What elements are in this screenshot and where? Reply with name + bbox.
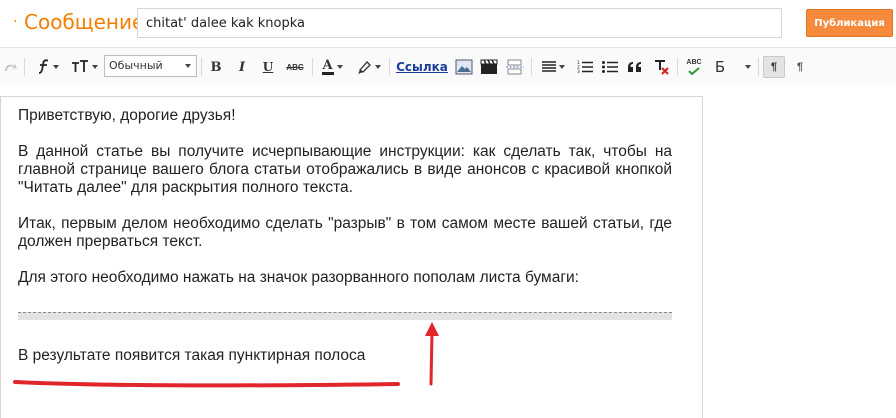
annotation-arrow-shaft — [429, 330, 434, 386]
annotation-overlay — [13, 322, 439, 388]
annotation-arrow-head — [425, 322, 439, 336]
annotation-underline — [13, 380, 400, 388]
